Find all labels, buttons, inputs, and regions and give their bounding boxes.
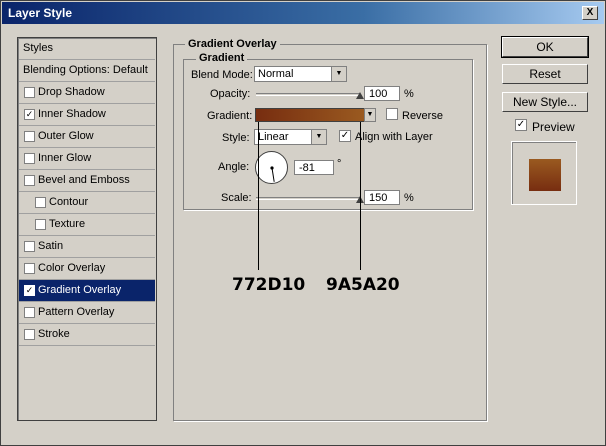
style-select[interactable]: Linear ▼ — [254, 129, 327, 145]
preview-checkbox[interactable]: ✓ — [515, 119, 527, 131]
sidebar-checkbox[interactable] — [24, 131, 35, 142]
style-value: Linear — [258, 131, 289, 143]
sidebar-checkbox[interactable] — [24, 87, 35, 98]
preview-swatch — [529, 159, 561, 191]
blend-mode-select[interactable]: Normal ▼ — [254, 66, 347, 82]
callout-line-right — [360, 122, 361, 270]
group-title: Gradient Overlay — [185, 38, 280, 50]
opacity-input[interactable]: 100 — [364, 86, 400, 101]
chevron-down-icon: ▼ — [331, 67, 346, 81]
sidebar-item-bevel-and-emboss[interactable]: Bevel and Emboss — [19, 170, 155, 192]
sidebar-item-label: Bevel and Emboss — [38, 174, 130, 186]
sidebar-item-label: Texture — [49, 218, 86, 230]
scale-slider-track[interactable] — [256, 197, 360, 200]
angle-indicator-icon — [270, 166, 275, 182]
sidebar-item-texture[interactable]: Texture — [19, 214, 155, 236]
scale-input[interactable]: 150 — [364, 190, 400, 205]
sidebar-checkbox[interactable] — [24, 153, 35, 164]
blend-mode-value: Normal — [258, 68, 294, 80]
sidebar-item-label: Inner Shadow — [38, 108, 106, 120]
reset-button[interactable]: Reset — [502, 64, 588, 84]
style-label: Style: — [222, 132, 250, 144]
blend-mode-label: Blend Mode: — [191, 69, 253, 81]
callout-line-left — [258, 122, 259, 270]
sidebar-item-inner-shadow[interactable]: ✓ Inner Shadow — [19, 104, 155, 126]
scale-value: 150 — [369, 192, 388, 204]
sidebar-item-color-overlay[interactable]: Color Overlay — [19, 258, 155, 280]
angle-value: -81 — [299, 162, 315, 174]
sidebar-item-gradient-overlay[interactable]: ✓ Gradient Overlay — [19, 280, 155, 302]
title-bar[interactable]: Layer Style X — [2, 2, 604, 24]
scale-label: Scale: — [221, 192, 252, 204]
opacity-label: Opacity: — [210, 88, 251, 100]
new-style-button[interactable]: New Style... — [502, 92, 588, 112]
align-with-layer-label: Align with Layer — [355, 131, 433, 143]
sidebar-item-label: Outer Glow — [38, 130, 94, 142]
chevron-down-icon[interactable]: ▼ — [364, 108, 376, 122]
angle-label: Angle: — [218, 161, 250, 173]
sidebar-item-outer-glow[interactable]: Outer Glow — [19, 126, 155, 148]
sidebar-item-satin[interactable]: Satin — [19, 236, 155, 258]
sidebar-checkbox[interactable]: ✓ — [24, 285, 35, 296]
reverse-checkbox[interactable] — [386, 108, 398, 120]
close-button[interactable]: X — [582, 6, 598, 20]
opacity-slider-track[interactable] — [256, 93, 360, 96]
preview-label: Preview — [532, 120, 575, 134]
sidebar-item-label: Stroke — [38, 328, 70, 340]
sidebar-item-inner-glow[interactable]: Inner Glow — [19, 148, 155, 170]
window-title: Layer Style — [8, 6, 73, 20]
sidebar-item-label: Inner Glow — [38, 152, 92, 164]
sidebar-checkbox[interactable] — [35, 219, 46, 230]
sidebar-item-stroke[interactable]: Stroke — [19, 324, 155, 346]
preview-box — [511, 141, 577, 205]
callout-right-hex: 9A5A20 — [326, 275, 400, 295]
sidebar-item-label: Gradient Overlay — [38, 284, 122, 296]
sidebar-checkbox[interactable]: ✓ — [24, 109, 35, 120]
sidebar-item-pattern-overlay[interactable]: Pattern Overlay — [19, 302, 155, 324]
sidebar-checkbox[interactable] — [24, 241, 35, 252]
opacity-slider-thumb[interactable] — [356, 92, 364, 99]
callout-left-hex: 772D10 — [232, 275, 306, 295]
sidebar-checkbox[interactable] — [24, 175, 35, 186]
opacity-value: 100 — [369, 88, 388, 100]
gradient-label: Gradient: — [207, 110, 253, 122]
sidebar-item-label: Satin — [38, 240, 64, 252]
sidebar-item-label: Pattern Overlay — [38, 306, 115, 318]
align-with-layer-checkbox[interactable]: ✓ — [339, 130, 351, 142]
subgroup-title: Gradient — [196, 52, 248, 64]
sidebar-item-blending-options-default[interactable]: Blending Options: Default — [19, 60, 155, 82]
sidebar-item-label: Styles — [23, 42, 53, 54]
sidebar-checkbox[interactable] — [35, 197, 46, 208]
sidebar-item-label: Drop Shadow — [38, 86, 105, 98]
angle-unit: ° — [337, 158, 342, 170]
sidebar-item-label: Color Overlay — [38, 262, 106, 274]
sidebar-item-label: Contour — [49, 196, 89, 208]
styles-list: Styles Blending Options: Default Drop Shad… — [17, 37, 157, 421]
sidebar-checkbox[interactable] — [24, 263, 35, 274]
opacity-unit: % — [404, 88, 414, 100]
ok-button[interactable]: OK — [501, 36, 589, 58]
sidebar-checkbox[interactable] — [24, 329, 35, 340]
sidebar-item-label: Blending Options: Default — [23, 64, 148, 76]
sidebar-item-drop-shadow[interactable]: Drop Shadow — [19, 82, 155, 104]
sidebar-item-styles[interactable]: Styles — [19, 38, 155, 60]
scale-unit: % — [404, 192, 414, 204]
chevron-down-icon: ▼ — [311, 130, 326, 144]
gradient-picker[interactable] — [255, 108, 365, 122]
sidebar-item-contour[interactable]: Contour — [19, 192, 155, 214]
angle-dial[interactable] — [255, 151, 288, 184]
reverse-label: Reverse — [402, 110, 443, 122]
angle-input[interactable]: -81 — [294, 160, 334, 175]
sidebar-checkbox[interactable] — [24, 307, 35, 318]
